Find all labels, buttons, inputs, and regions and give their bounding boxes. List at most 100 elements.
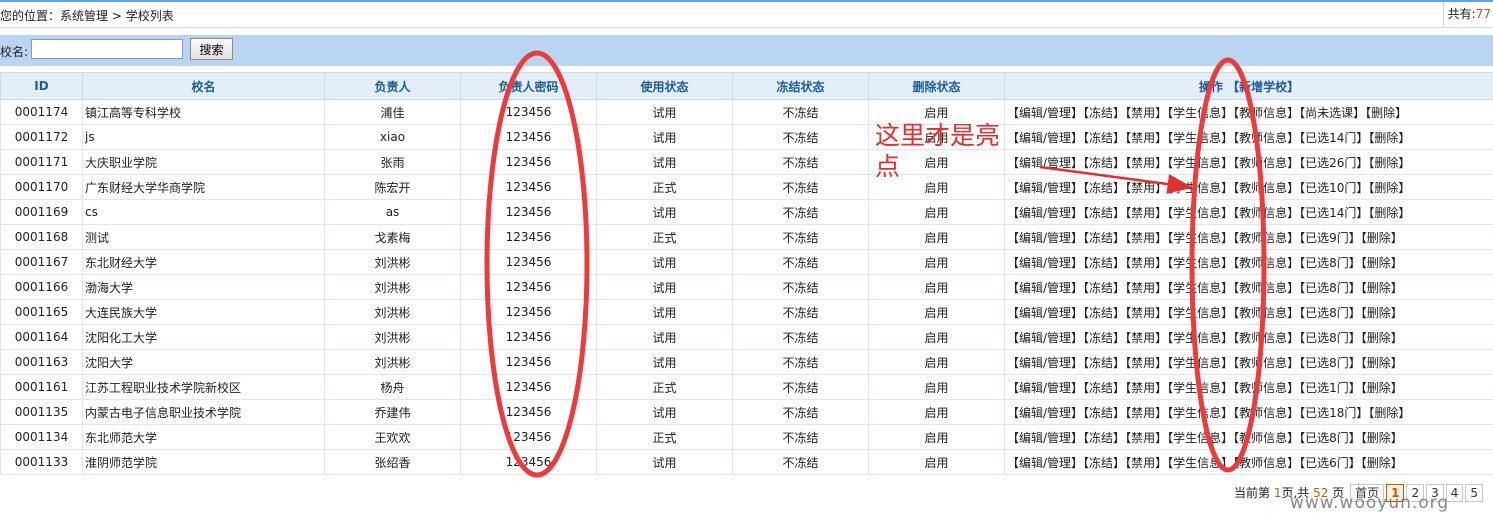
- edit-manage-link[interactable]: 【编辑/管理】: [1007, 306, 1083, 320]
- freeze-link[interactable]: 【冻结】: [1083, 406, 1125, 420]
- disable-link[interactable]: 【禁用】: [1125, 306, 1167, 320]
- delete-link[interactable]: 【删除】: [1368, 206, 1410, 220]
- edit-manage-link[interactable]: 【编辑/管理】: [1007, 456, 1083, 470]
- student-info-link[interactable]: 【学生信息】: [1167, 231, 1233, 245]
- delete-link[interactable]: 【删除】: [1361, 331, 1403, 345]
- delete-link[interactable]: 【删除】: [1368, 406, 1410, 420]
- edit-manage-link[interactable]: 【编辑/管理】: [1007, 206, 1083, 220]
- course-selection-link[interactable]: 【已选9门】: [1299, 231, 1361, 245]
- freeze-link[interactable]: 【冻结】: [1083, 206, 1125, 220]
- student-info-link[interactable]: 【学生信息】: [1167, 156, 1233, 170]
- delete-link[interactable]: 【删除】: [1361, 431, 1403, 445]
- disable-link[interactable]: 【禁用】: [1125, 256, 1167, 270]
- edit-manage-link[interactable]: 【编辑/管理】: [1007, 331, 1083, 345]
- student-info-link[interactable]: 【学生信息】: [1167, 381, 1233, 395]
- edit-manage-link[interactable]: 【编辑/管理】: [1007, 256, 1083, 270]
- freeze-link[interactable]: 【冻结】: [1083, 431, 1125, 445]
- teacher-info-link[interactable]: 【教师信息】: [1233, 256, 1299, 270]
- disable-link[interactable]: 【禁用】: [1125, 381, 1167, 395]
- edit-manage-link[interactable]: 【编辑/管理】: [1007, 156, 1083, 170]
- delete-link[interactable]: 【删除】: [1361, 306, 1403, 320]
- teacher-info-link[interactable]: 【教师信息】: [1233, 456, 1299, 470]
- teacher-info-link[interactable]: 【教师信息】: [1233, 206, 1299, 220]
- teacher-info-link[interactable]: 【教师信息】: [1233, 331, 1299, 345]
- disable-link[interactable]: 【禁用】: [1125, 456, 1167, 470]
- edit-manage-link[interactable]: 【编辑/管理】: [1007, 381, 1083, 395]
- course-selection-link[interactable]: 【已选1门】: [1299, 381, 1361, 395]
- course-selection-link[interactable]: 【已选8门】: [1299, 431, 1361, 445]
- teacher-info-link[interactable]: 【教师信息】: [1233, 406, 1299, 420]
- delete-link[interactable]: 【删除】: [1361, 281, 1403, 295]
- student-info-link[interactable]: 【学生信息】: [1167, 281, 1233, 295]
- freeze-link[interactable]: 【冻结】: [1083, 356, 1125, 370]
- course-selection-link[interactable]: 【已选18门】: [1299, 406, 1368, 420]
- disable-link[interactable]: 【禁用】: [1125, 281, 1167, 295]
- student-info-link[interactable]: 【学生信息】: [1167, 106, 1233, 120]
- edit-manage-link[interactable]: 【编辑/管理】: [1007, 431, 1083, 445]
- student-info-link[interactable]: 【学生信息】: [1167, 456, 1233, 470]
- edit-manage-link[interactable]: 【编辑/管理】: [1007, 281, 1083, 295]
- edit-manage-link[interactable]: 【编辑/管理】: [1007, 231, 1083, 245]
- student-info-link[interactable]: 【学生信息】: [1167, 206, 1233, 220]
- student-info-link[interactable]: 【学生信息】: [1167, 181, 1233, 195]
- course-selection-link[interactable]: 【已选8门】: [1299, 306, 1361, 320]
- delete-link[interactable]: 【删除】: [1368, 156, 1410, 170]
- freeze-link[interactable]: 【冻结】: [1083, 181, 1125, 195]
- edit-manage-link[interactable]: 【编辑/管理】: [1007, 356, 1083, 370]
- freeze-link[interactable]: 【冻结】: [1083, 306, 1125, 320]
- disable-link[interactable]: 【禁用】: [1125, 156, 1167, 170]
- course-selection-link[interactable]: 【已选26门】: [1299, 156, 1368, 170]
- course-selection-link[interactable]: 【已选6门】: [1299, 456, 1361, 470]
- teacher-info-link[interactable]: 【教师信息】: [1233, 381, 1299, 395]
- disable-link[interactable]: 【禁用】: [1125, 331, 1167, 345]
- course-selection-link[interactable]: 【已选14门】: [1299, 131, 1368, 145]
- teacher-info-link[interactable]: 【教师信息】: [1233, 156, 1299, 170]
- teacher-info-link[interactable]: 【教师信息】: [1233, 131, 1299, 145]
- teacher-info-link[interactable]: 【教师信息】: [1233, 281, 1299, 295]
- disable-link[interactable]: 【禁用】: [1125, 181, 1167, 195]
- course-selection-link[interactable]: 【已选8门】: [1299, 256, 1361, 270]
- freeze-link[interactable]: 【冻结】: [1083, 381, 1125, 395]
- student-info-link[interactable]: 【学生信息】: [1167, 331, 1233, 345]
- disable-link[interactable]: 【禁用】: [1125, 106, 1167, 120]
- freeze-link[interactable]: 【冻结】: [1083, 156, 1125, 170]
- disable-link[interactable]: 【禁用】: [1125, 356, 1167, 370]
- delete-link[interactable]: 【删除】: [1365, 106, 1407, 120]
- course-selection-link[interactable]: 【尚未选课】: [1299, 106, 1365, 120]
- course-selection-link[interactable]: 【已选8门】: [1299, 356, 1361, 370]
- student-info-link[interactable]: 【学生信息】: [1167, 406, 1233, 420]
- edit-manage-link[interactable]: 【编辑/管理】: [1007, 131, 1083, 145]
- delete-link[interactable]: 【删除】: [1368, 181, 1410, 195]
- freeze-link[interactable]: 【冻结】: [1083, 231, 1125, 245]
- teacher-info-link[interactable]: 【教师信息】: [1233, 356, 1299, 370]
- delete-link[interactable]: 【删除】: [1361, 256, 1403, 270]
- teacher-info-link[interactable]: 【教师信息】: [1233, 181, 1299, 195]
- freeze-link[interactable]: 【冻结】: [1083, 106, 1125, 120]
- delete-link[interactable]: 【删除】: [1368, 131, 1410, 145]
- add-school-link[interactable]: 【新增学校】: [1227, 80, 1299, 94]
- delete-link[interactable]: 【删除】: [1361, 231, 1403, 245]
- delete-link[interactable]: 【删除】: [1361, 456, 1403, 470]
- student-info-link[interactable]: 【学生信息】: [1167, 131, 1233, 145]
- course-selection-link[interactable]: 【已选14门】: [1299, 206, 1368, 220]
- teacher-info-link[interactable]: 【教师信息】: [1233, 106, 1299, 120]
- delete-link[interactable]: 【删除】: [1361, 381, 1403, 395]
- freeze-link[interactable]: 【冻结】: [1083, 131, 1125, 145]
- disable-link[interactable]: 【禁用】: [1125, 231, 1167, 245]
- delete-link[interactable]: 【删除】: [1361, 356, 1403, 370]
- student-info-link[interactable]: 【学生信息】: [1167, 431, 1233, 445]
- student-info-link[interactable]: 【学生信息】: [1167, 306, 1233, 320]
- course-selection-link[interactable]: 【已选8门】: [1299, 331, 1361, 345]
- disable-link[interactable]: 【禁用】: [1125, 431, 1167, 445]
- edit-manage-link[interactable]: 【编辑/管理】: [1007, 406, 1083, 420]
- freeze-link[interactable]: 【冻结】: [1083, 331, 1125, 345]
- freeze-link[interactable]: 【冻结】: [1083, 456, 1125, 470]
- page-5-button[interactable]: 5: [1465, 484, 1483, 502]
- student-info-link[interactable]: 【学生信息】: [1167, 356, 1233, 370]
- disable-link[interactable]: 【禁用】: [1125, 406, 1167, 420]
- disable-link[interactable]: 【禁用】: [1125, 131, 1167, 145]
- teacher-info-link[interactable]: 【教师信息】: [1233, 231, 1299, 245]
- student-info-link[interactable]: 【学生信息】: [1167, 256, 1233, 270]
- edit-manage-link[interactable]: 【编辑/管理】: [1007, 106, 1083, 120]
- edit-manage-link[interactable]: 【编辑/管理】: [1007, 181, 1083, 195]
